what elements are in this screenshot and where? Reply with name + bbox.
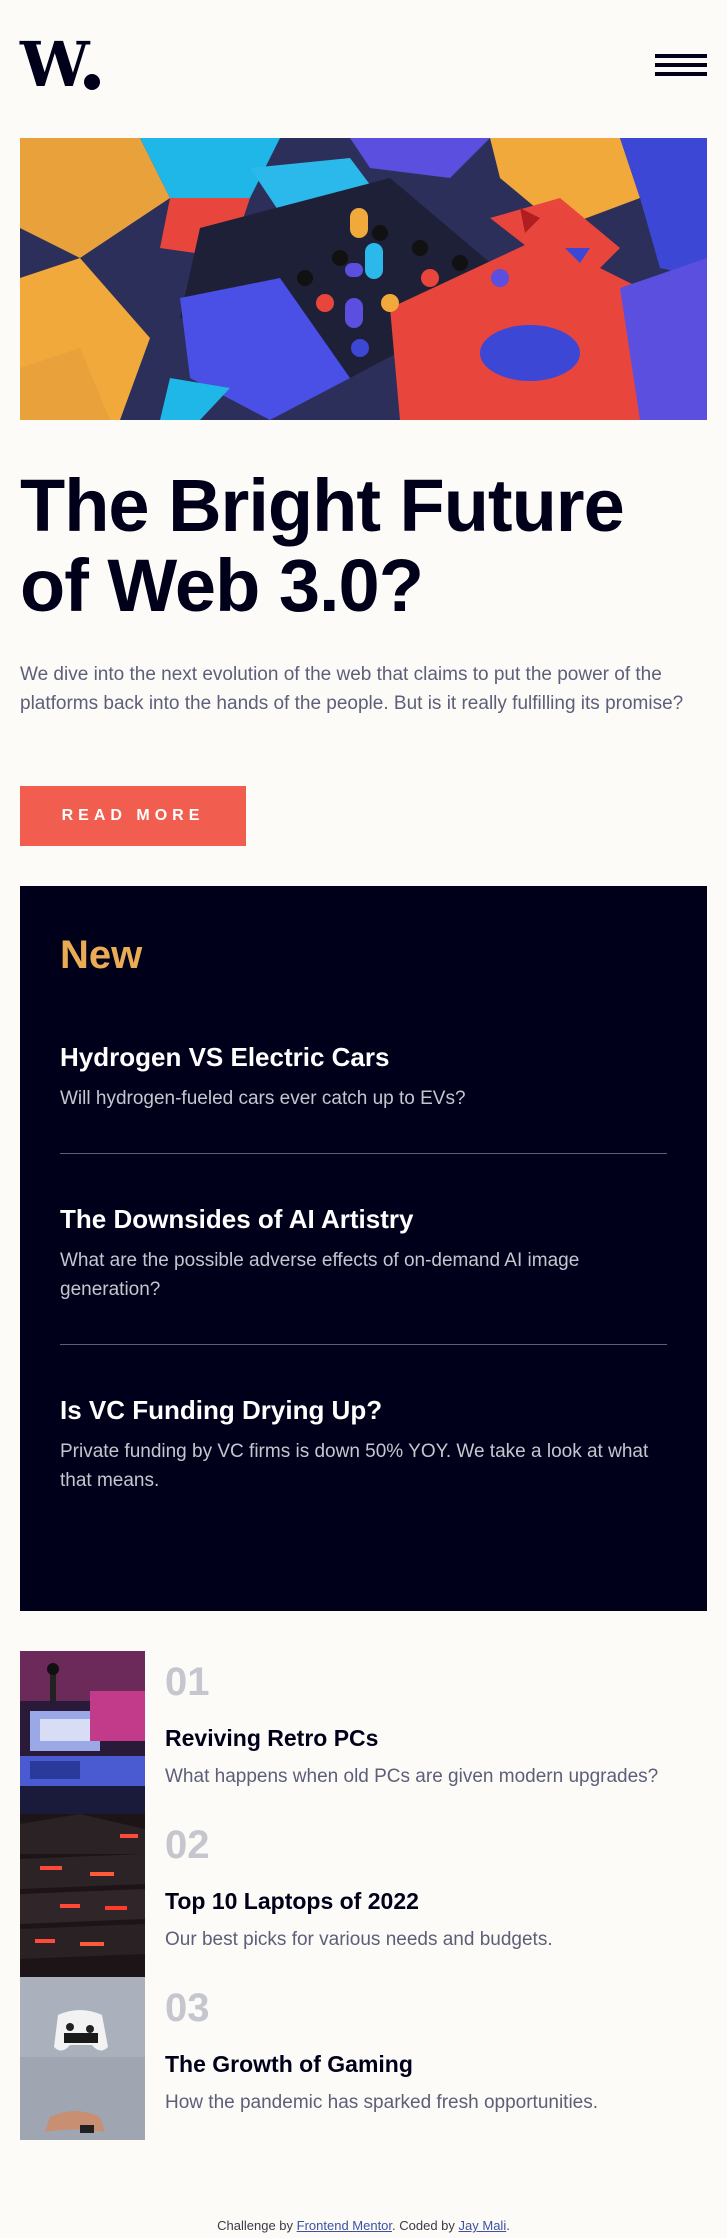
new-item-title[interactable]: Hydrogen VS Electric Cars: [60, 1040, 667, 1074]
new-item-title[interactable]: The Downsides of AI Artistry: [60, 1202, 667, 1236]
new-item-desc: What are the possible adverse effects of…: [60, 1250, 580, 1300]
hamburger-icon[interactable]: [655, 54, 707, 76]
divider: [60, 1344, 667, 1345]
hero-image: [20, 138, 707, 420]
laptop-keyboard-thumbnail[interactable]: [20, 1814, 145, 1977]
hero-illustration: [20, 138, 707, 420]
frontend-mentor-link[interactable]: Frontend Mentor: [297, 2218, 392, 2233]
article-number: 02: [165, 1823, 210, 1867]
attribution-suffix: .: [506, 2218, 510, 2233]
article-number: 01: [165, 1660, 210, 1704]
read-more-button[interactable]: READ MORE: [20, 786, 246, 846]
article-desc: How the pandemic has sparked fresh oppor…: [165, 2092, 599, 2113]
article-list: 01 Reviving Retro PCs What happens when …: [20, 1651, 707, 2140]
attribution-middle: . Coded by: [392, 2218, 459, 2233]
hero-intro: We dive into the next evolution of the w…: [20, 664, 684, 714]
new-panel-title: New: [60, 933, 143, 977]
list-item: 02 Top 10 Laptops of 2022 Our best picks…: [20, 1814, 707, 1977]
new-panel: New Hydrogen VS Electric Cars Will hydro…: [20, 886, 707, 1611]
article-title[interactable]: The Growth of Gaming: [165, 2049, 413, 2079]
site-header: W: [20, 34, 707, 96]
article-desc: Our best picks for various needs and bud…: [165, 1929, 553, 1950]
new-item-title[interactable]: Is VC Funding Drying Up?: [60, 1393, 667, 1427]
page-title: The Bright Future of Web 3.0?: [20, 464, 625, 627]
new-item: Hydrogen VS Electric Cars Will hydrogen-…: [60, 1028, 667, 1113]
article-number: 03: [165, 1986, 210, 2030]
game-controller-thumbnail[interactable]: [20, 1977, 145, 2140]
list-item: 03 The Growth of Gaming How the pandemic…: [20, 1977, 707, 2140]
site-logo[interactable]: W: [20, 34, 90, 96]
article-title[interactable]: Reviving Retro PCs: [165, 1723, 378, 1753]
attribution-prefix: Challenge by: [217, 2218, 297, 2233]
divider: [60, 1153, 667, 1154]
list-item: 01 Reviving Retro PCs What happens when …: [20, 1651, 707, 1814]
retro-pc-thumbnail[interactable]: [20, 1651, 145, 1814]
attribution: Challenge by Frontend Mentor. Coded by J…: [0, 2218, 727, 2233]
new-item-desc: Will hydrogen-fueled cars ever catch up …: [60, 1088, 466, 1109]
article-desc: What happens when old PCs are given mode…: [165, 1766, 659, 1787]
author-link[interactable]: Jay Mali: [459, 2218, 507, 2233]
new-item: The Downsides of AI Artistry What are th…: [60, 1190, 667, 1304]
article-title[interactable]: Top 10 Laptops of 2022: [165, 1886, 419, 1916]
logo-dot: [84, 74, 100, 90]
new-item-desc: Private funding by VC firms is down 50% …: [60, 1441, 649, 1491]
new-item: Is VC Funding Drying Up? Private funding…: [60, 1381, 667, 1495]
logo-letter: W: [20, 28, 90, 101]
